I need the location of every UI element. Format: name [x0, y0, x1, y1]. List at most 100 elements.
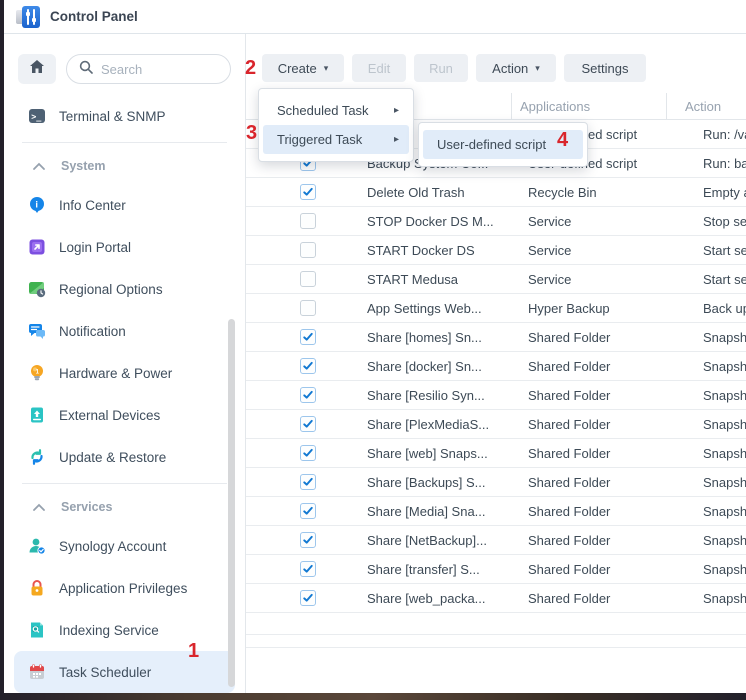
svg-text:>_: >_	[31, 113, 42, 123]
application-privileges-icon	[28, 579, 46, 597]
create-button[interactable]: Create▾	[262, 54, 344, 82]
info-center-icon: i	[28, 196, 46, 214]
sidebar-item-hardware-power[interactable]: 1Hardware & Power	[14, 352, 235, 394]
empty-row	[246, 635, 746, 648]
task-name-cell: Share [web_packa...	[367, 591, 520, 606]
task-name-cell: Share [Media] Sna...	[367, 504, 520, 519]
sidebar-section-system[interactable]: System	[14, 148, 235, 184]
sidebar-item-label: System	[61, 159, 105, 173]
titlebar: Control Panel	[4, 0, 746, 34]
sidebar-item-label: External Devices	[59, 408, 160, 423]
table-row[interactable]: Share [NetBackup]...Shared FolderSnapsho…	[246, 526, 746, 555]
row-checkbox-checked[interactable]	[300, 184, 316, 200]
table-row[interactable]: Share [Backups] S...Shared FolderSnapsho…	[246, 468, 746, 497]
sidebar-item-label: Terminal & SNMP	[59, 109, 166, 124]
action-cell: Start servic	[685, 243, 746, 258]
table-row[interactable]: START Docker DSServiceStart servic	[246, 236, 746, 265]
action-cell: Back up da	[685, 301, 746, 316]
chevron-up-icon	[30, 498, 48, 516]
sidebar-item-label: Login Portal	[59, 240, 131, 255]
settings-button[interactable]: Settings	[564, 54, 646, 82]
submenu-arrow-icon: ▸	[394, 105, 399, 116]
application-cell: Shared Folder	[520, 591, 685, 606]
row-checkbox-checked[interactable]	[300, 445, 316, 461]
action-cell: Snapshot	[685, 591, 746, 606]
task-name-cell: App Settings Web...	[367, 301, 520, 316]
sidebar-section-services[interactable]: Services	[14, 489, 235, 525]
row-checkbox-unchecked[interactable]	[300, 271, 316, 287]
annotation-4: 4	[557, 129, 568, 152]
table-row[interactable]: Share [Media] Sna...Shared FolderSnapsho…	[246, 497, 746, 526]
sidebar-item-terminal-snmp[interactable]: >_ Terminal & SNMP	[14, 95, 235, 137]
sidebar-item-login-portal[interactable]: Login Portal	[14, 226, 235, 268]
table-row[interactable]: App Settings Web...Hyper BackupBack up d…	[246, 294, 746, 323]
table-row[interactable]: Share [web] Snaps...Shared FolderSnapsho…	[246, 439, 746, 468]
sidebar-item-synology-account[interactable]: Synology Account	[14, 525, 235, 567]
application-cell: Shared Folder	[520, 417, 685, 432]
table-row[interactable]: Share [docker] Sn...Shared FolderSnapsho…	[246, 352, 746, 381]
application-cell: Service	[520, 214, 685, 229]
action-cell: Snapshot	[685, 504, 746, 519]
sidebar-item-notification[interactable]: Notification	[14, 310, 235, 352]
home-button[interactable]	[18, 54, 56, 84]
external-devices-icon	[28, 406, 46, 424]
search-icon	[79, 60, 93, 79]
task-name-cell: Share [docker] Sn...	[367, 359, 520, 374]
application-cell: Shared Folder	[520, 504, 685, 519]
table-row[interactable]: START MedusaServiceStart servic	[246, 265, 746, 294]
sidebar-scrollbar[interactable]	[228, 319, 235, 687]
table-row[interactable]: Share [Resilio Syn...Shared FolderSnapsh…	[246, 381, 746, 410]
action-button[interactable]: Action▾	[476, 54, 556, 82]
table-row[interactable]: STOP Docker DS M...ServiceStop servic	[246, 207, 746, 236]
sidebar-item-regional-options[interactable]: Regional Options	[14, 268, 235, 310]
task-scheduler-icon	[28, 663, 46, 681]
menu-item-label: Scheduled Task	[277, 103, 369, 118]
table-row[interactable]: Share [PlexMediaS...Shared FolderSnapsho…	[246, 410, 746, 439]
empty-row	[246, 613, 746, 635]
row-checkbox-checked[interactable]	[300, 329, 316, 345]
table-row[interactable]: Share [homes] Sn...Shared FolderSnapshot	[246, 323, 746, 352]
search-placeholder: Search	[101, 62, 142, 77]
row-checkbox-checked[interactable]	[300, 532, 316, 548]
table-row[interactable]: Share [web_packa...Shared FolderSnapshot	[246, 584, 746, 613]
row-checkbox-unchecked[interactable]	[300, 213, 316, 229]
action-cell: Start servic	[685, 272, 746, 287]
sidebar-item-info-center[interactable]: iInfo Center	[14, 184, 235, 226]
table-row[interactable]: Delete Old TrashRecycle BinEmpty all R	[246, 178, 746, 207]
row-checkbox-checked[interactable]	[300, 590, 316, 606]
notification-icon	[28, 322, 46, 340]
task-name-cell: STOP Docker DS M...	[367, 214, 520, 229]
row-checkbox-checked[interactable]	[300, 387, 316, 403]
sidebar-item-application-privileges[interactable]: Application Privileges	[14, 567, 235, 609]
menu-item-triggered-task[interactable]: Triggered Task▸	[263, 125, 409, 154]
row-checkbox-unchecked[interactable]	[300, 242, 316, 258]
caret-down-icon: ▾	[324, 63, 329, 74]
sidebar-item-task-scheduler[interactable]: Task Scheduler	[14, 651, 235, 693]
control-panel-window: Control Panel Search	[4, 0, 746, 693]
row-checkbox-checked[interactable]	[300, 416, 316, 432]
action-cell: Snapshot	[685, 359, 746, 374]
row-checkbox-checked[interactable]	[300, 503, 316, 519]
sidebar-item-label: Hardware & Power	[59, 366, 172, 381]
row-checkbox-checked[interactable]	[300, 358, 316, 374]
sidebar-item-indexing-service[interactable]: Indexing Service	[14, 609, 235, 651]
sidebar-item-label: Application Privileges	[59, 581, 187, 596]
application-cell: Shared Folder	[520, 330, 685, 345]
column-header-applications[interactable]: Applications	[512, 93, 667, 119]
button-label: Run	[429, 61, 453, 76]
application-cell: Recycle Bin	[520, 185, 685, 200]
task-name-cell: Share [Resilio Syn...	[367, 388, 520, 403]
menu-item-scheduled-task[interactable]: Scheduled Task ▸	[263, 96, 409, 125]
row-checkbox-unchecked[interactable]	[300, 300, 316, 316]
sidebar-item-external-devices[interactable]: External Devices	[14, 394, 235, 436]
column-header-action[interactable]: Action	[667, 93, 746, 119]
application-cell: Shared Folder	[520, 533, 685, 548]
row-checkbox-checked[interactable]	[300, 561, 316, 577]
search-input[interactable]: Search	[66, 54, 231, 84]
action-cell: Snapshot	[685, 417, 746, 432]
table-row[interactable]: Share [transfer] S...Shared FolderSnapsh…	[246, 555, 746, 584]
sidebar-item-update-restore[interactable]: Update & Restore	[14, 436, 235, 478]
task-name-cell: Share [web] Snaps...	[367, 446, 520, 461]
row-checkbox-checked[interactable]	[300, 474, 316, 490]
chevron-up-icon	[30, 157, 48, 175]
